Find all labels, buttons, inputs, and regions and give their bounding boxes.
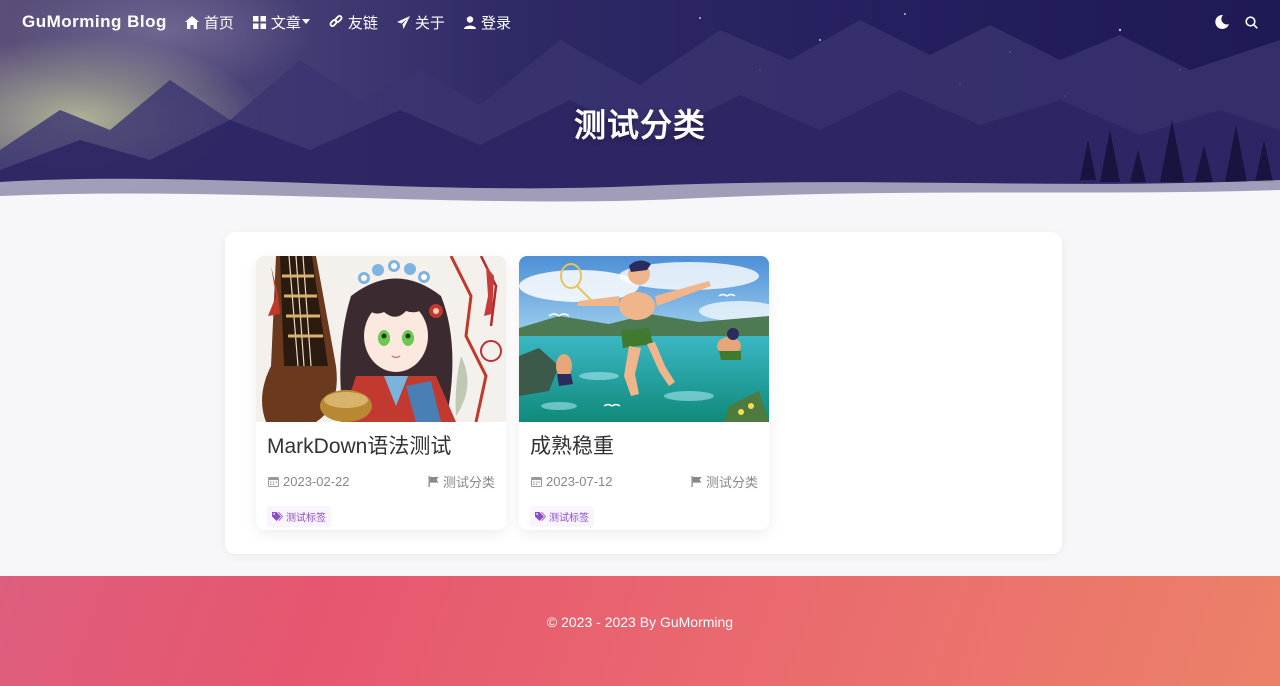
post-date: 2023-02-22 [268,474,350,489]
post-title[interactable]: MarkDown语法测试 [256,422,506,460]
post-cover-image[interactable] [519,256,769,422]
post-tag[interactable]: 测试标签 [530,506,594,527]
calendar-icon [531,477,542,487]
nav-item-label: 友链 [347,14,378,32]
grid-icon [252,15,266,29]
nav-item-home[interactable]: 首页 [184,12,234,33]
site-brand[interactable]: GuMorming Blog [22,12,167,32]
nav-right-tools [1215,15,1258,29]
top-navbar: GuMorming Blog 首页 文章 友链 关于 登录 [0,0,1280,44]
post-category[interactable]: 测试分类 [691,472,758,491]
user-icon [463,15,476,29]
search-icon[interactable] [1245,15,1258,29]
page-title: 测试分类 [573,107,706,143]
post-card[interactable]: MarkDown语法测试 2023-02-22 测试分类 测试标签 [256,256,506,530]
flag-icon [428,476,439,487]
post-title[interactable]: 成熟稳重 [519,422,769,460]
post-category-text: 测试分类 [705,475,758,490]
home-icon [184,15,199,29]
post-tag[interactable]: 测试标签 [267,506,331,527]
post-category-text: 测试分类 [442,475,495,490]
nav-item-label: 关于 [414,14,445,32]
dark-mode-icon[interactable] [1215,15,1229,29]
caret-down-icon [301,19,310,24]
nav-item-label: 首页 [203,14,234,32]
post-tag-text: 测试标签 [286,513,326,524]
site-footer: © 2023 - 2023 By GuMorming [0,576,1280,686]
post-list-container: MarkDown语法测试 2023-02-22 测试分类 测试标签 成熟稳重 2… [225,232,1062,554]
nav-item-articles[interactable]: 文章 [252,12,310,33]
post-date-text: 2023-02-22 [283,474,350,489]
tags-icon [272,512,283,521]
flag-icon [691,476,702,487]
link-icon [329,15,343,27]
post-date-text: 2023-07-12 [546,474,613,489]
paper-plane-icon [396,15,410,29]
post-tag-text: 测试标签 [549,513,589,524]
copyright-text: © 2023 - 2023 By GuMorming [546,614,734,630]
nav-item-friend-links[interactable]: 友链 [329,12,378,33]
nav-item-login[interactable]: 登录 [463,12,511,33]
post-meta: 2023-07-12 测试分类 [519,460,769,491]
post-meta: 2023-02-22 测试分类 [256,460,506,491]
nav-item-label: 文章 [270,14,301,32]
tags-icon [535,512,546,521]
nav-item-label: 登录 [480,14,511,32]
post-card[interactable]: 成熟稳重 2023-07-12 测试分类 测试标签 [519,256,769,530]
nav-item-about[interactable]: 关于 [396,12,445,33]
calendar-icon [268,477,279,487]
post-cover-image[interactable] [256,256,506,422]
post-date: 2023-07-12 [531,474,613,489]
post-category[interactable]: 测试分类 [428,472,495,491]
